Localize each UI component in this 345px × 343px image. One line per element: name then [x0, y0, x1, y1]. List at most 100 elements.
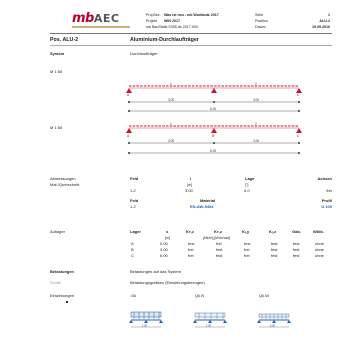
support-label-c: C [297, 134, 300, 138]
header-software: mb BauStatik S355.de 2017.000 [146, 25, 198, 29]
auf-row-c-k1: frei [188, 253, 194, 258]
auf-header-k4: Kᵣ,z [269, 229, 277, 234]
system-drawing-2: A B C 1 2 3.00 3.00 6.00 [126, 122, 302, 154]
abm-header-lage: Lage [245, 176, 255, 181]
abm-header-achsen: Achsen [317, 176, 332, 181]
dim-node [128, 101, 130, 103]
abm-unit-l: [m] [187, 183, 192, 187]
auf-row-c-k4: fest [271, 253, 278, 258]
title-rule [50, 45, 332, 46]
support-b-icon [211, 88, 217, 93]
load-graphic-qkn: 1.00 [193, 312, 227, 328]
load-dim-qkw: 6.00 [270, 324, 276, 328]
support-a-icon [126, 128, 132, 133]
auf-header-k1: Kᴛ,z [186, 229, 194, 234]
header-seite: 1 [328, 13, 330, 17]
load-dim-gk: 1.00 [142, 324, 148, 328]
support-label-a: A [127, 134, 130, 138]
support-icon [257, 320, 261, 323]
system-scale-1: M 1:55 [50, 69, 63, 74]
belastungen-label: Belastungen [50, 269, 75, 274]
support-icon [129, 320, 133, 323]
load-graphic-qkw: 6.00 [257, 313, 291, 328]
field-label-1: 1 [170, 122, 172, 126]
dim-node [298, 152, 300, 154]
dim-node [128, 142, 130, 144]
header-datum: 19.09.2016 [312, 25, 330, 29]
dim-label-1: 3.00 [168, 98, 174, 102]
case-label-gk: Gk [131, 293, 137, 298]
mat-row-material: EN-AW-5454 [190, 204, 214, 209]
dim-node [128, 152, 130, 154]
auf-unit-x: [m] [165, 236, 170, 240]
abm-unit-lage: [°] [245, 183, 249, 187]
dim-label-total: 6.00 [210, 107, 216, 111]
field-label-1: 1 [170, 82, 172, 86]
field-label-2: 2 [255, 82, 257, 86]
case-label-qkw: Qk.W [259, 293, 269, 298]
auf-row-c-gab: fest [293, 253, 300, 258]
header-position: ALU-2 [319, 19, 330, 23]
auf-header-x: x [166, 229, 169, 234]
header-label-position: Position [255, 19, 268, 23]
einwirkungen-label: Einwirkungen [50, 293, 75, 298]
system-value: Durchlaufträger [130, 51, 158, 56]
dim-node [298, 110, 300, 112]
logo-bar [72, 26, 130, 28]
auf-row-c-k3: frei [244, 253, 250, 258]
load-dim-qkn: 1.00 [206, 324, 212, 328]
support-icon [223, 320, 227, 323]
auf-header-gab: Gab. [292, 229, 301, 234]
auf-header-k2: Kᴛ,z [214, 229, 222, 234]
header-label-datum: Datum [255, 25, 266, 29]
support-label-c: C [297, 93, 300, 97]
mat-row-profil: U 100 [321, 204, 332, 209]
support-c-icon [296, 128, 302, 133]
auf-row-c-woelb: ohne [315, 253, 324, 258]
support-icon [144, 320, 148, 323]
auf-row-c-lager: C [131, 253, 134, 258]
logo-main: mb [72, 11, 94, 26]
abm-row-feld: 1-2 [130, 188, 136, 193]
load-block [130, 311, 162, 318]
material-label: Mat./Querschnitt [50, 182, 80, 187]
abm-row-achsen: frei [326, 188, 332, 193]
support-b-icon [211, 128, 217, 133]
logo: mbAEC [72, 11, 130, 28]
abm-header-l: l [190, 176, 192, 181]
field-label-2: 2 [255, 122, 257, 126]
auf-row-c-k2: fest [216, 253, 223, 258]
auf-header-k3: Kᵣ,y [242, 229, 250, 234]
page: mbAEC Proj.Bez. Was ist neu - mb Workbut… [0, 0, 345, 343]
mat-row-feld: 1-2 [130, 204, 136, 209]
abm-header-feld: Feld [130, 176, 139, 181]
dim-label-2: 3.00 [253, 98, 259, 102]
auf-unit-k: [kN/m],[kNm/rad] [203, 236, 230, 240]
dim-label-total: 6.00 [210, 149, 216, 153]
load-graphic-gk: 1.00 [129, 311, 163, 328]
abm-row-l: 3.00 [185, 188, 193, 193]
system-scale-2: M 1:55 [50, 125, 63, 130]
system-label: System [50, 51, 65, 56]
dim-node [213, 142, 215, 144]
dim-label-2: 3.00 [253, 139, 259, 143]
grafik-label: Grafik [50, 280, 61, 285]
auf-header-woelb: Wölb. [313, 229, 324, 234]
dim-node [298, 142, 300, 144]
auf-header-lager: Lager [130, 229, 141, 234]
header-rule [50, 33, 332, 34]
dim-node [298, 101, 300, 103]
support-label-a: A [127, 93, 130, 97]
support-icon [193, 320, 197, 323]
position-title: Pos. ALU-2 [50, 37, 79, 43]
header-label-projbez: Proj.Bez. [146, 13, 161, 17]
einwirkungen-marker [66, 301, 68, 303]
header-label-projekt: Projekt [146, 19, 158, 23]
logo-accent: AEC [93, 12, 120, 25]
load-block [194, 312, 226, 318]
support-icon [287, 320, 291, 323]
header-project-name: Was ist neu - mb Workbutz 2017 [164, 13, 219, 17]
support-icon [272, 320, 276, 323]
header-label-seite: Seite [255, 13, 264, 17]
grafik-value: Belastungsgrafiken (Einwirkungsbezogen) [130, 280, 205, 285]
